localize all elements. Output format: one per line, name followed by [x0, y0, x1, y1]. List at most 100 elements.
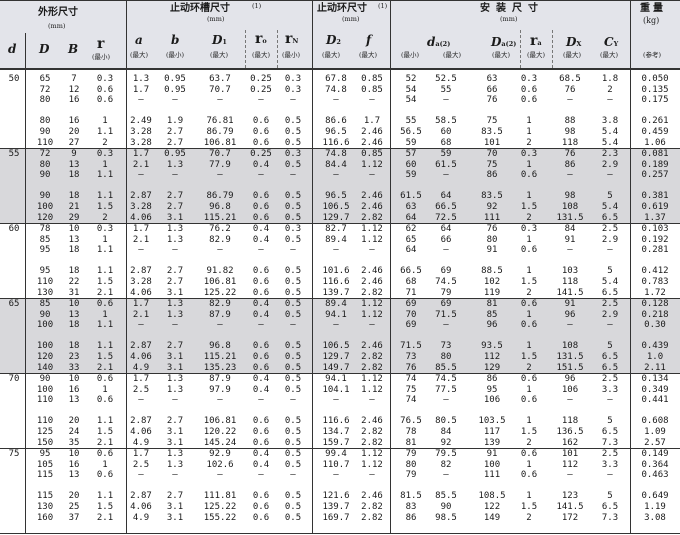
table-cell-ro: 0.4	[252, 224, 270, 234]
table-cell-B: 33	[68, 362, 80, 373]
table-cell-D: 120	[36, 352, 54, 362]
table-cell-w: 0.381	[641, 191, 669, 202]
table-cell-da1: 74	[405, 374, 417, 384]
table-cell-f: 2.82	[361, 352, 383, 362]
table-cell-da1: 79	[405, 449, 417, 459]
table-cell-da1: 59	[405, 137, 417, 148]
table-cell-ro: 0.6	[252, 427, 270, 437]
table-cell-w: 0.459	[641, 127, 669, 137]
col-CY-max: (最大)	[600, 51, 619, 59]
table-cell-D1: 120.22	[203, 427, 237, 437]
table-cell-D1: 102.6	[206, 459, 234, 470]
table-cell-D2: 96.5	[325, 127, 347, 137]
table-cell-CY: —	[607, 470, 613, 481]
table-cell-da1: 76	[405, 362, 417, 373]
table-cell-w: 0.439	[641, 341, 669, 352]
table-cell-D: 125	[36, 427, 54, 437]
table-cell-D2: 106.5	[322, 202, 350, 212]
table-cell-rN: 0.5	[284, 352, 302, 362]
table-cell-ro: —	[258, 395, 264, 406]
bore-diameter-75: 75	[8, 449, 20, 459]
table-cell-D: 85	[39, 234, 51, 245]
table-cell-D: 140	[36, 362, 54, 373]
table-cell-D: 90	[39, 191, 51, 202]
table-cell-Da: 119	[483, 287, 501, 298]
table-cell-CY: —	[607, 95, 613, 106]
rule-dash-ro	[245, 30, 246, 68]
table-cell-D1: 82.9	[209, 299, 231, 309]
table-cell-B: 24	[68, 427, 80, 437]
table-cell-DX: 131.5	[556, 352, 584, 362]
table-cell-CY: 2.9	[601, 159, 619, 170]
table-cell-ra: 2	[526, 362, 532, 373]
table-cell-da1: 81	[405, 437, 417, 448]
table-cell-CY: —	[607, 320, 613, 331]
table-cell-da1: 71.5	[400, 341, 422, 352]
table-cell-Da: 106	[483, 395, 501, 406]
table-cell-D: 90	[39, 127, 51, 137]
table-cell-f: 1.12	[361, 309, 383, 320]
table-cell-w: 0.783	[641, 277, 669, 287]
table-cell-D2: 82.7	[325, 224, 347, 234]
table-cell-Da: 91	[486, 449, 498, 459]
table-cell-ra: 1	[526, 384, 532, 395]
table-cell-r: 1.1	[96, 416, 114, 427]
table-cell-DX: 136.5	[556, 427, 584, 437]
table-cell-B: 27	[68, 137, 80, 148]
table-cell-b: —	[172, 170, 178, 181]
table-cell-da1: 76.5	[400, 416, 422, 427]
rule-v-groove	[312, 0, 313, 533]
table-cell-b: 3.1	[166, 437, 184, 448]
table-cell-DX: —	[567, 245, 573, 256]
table-cell-D1: 70.7	[209, 149, 231, 159]
table-cell-D1: —	[217, 95, 223, 106]
table-cell-r: 1.1	[96, 266, 114, 277]
table-cell-da2: 84	[440, 427, 452, 437]
table-cell-D: 90	[39, 170, 51, 181]
table-cell-Da: 111	[483, 470, 501, 481]
table-cell-f: 2.82	[361, 362, 383, 373]
table-cell-da1: 52	[405, 74, 417, 84]
table-cell-D: 72	[39, 149, 51, 159]
table-cell-Da: 80	[486, 234, 498, 245]
table-cell-CY: 2.3	[601, 149, 619, 159]
table-cell-f: 2.82	[361, 502, 383, 512]
table-cell-w: 0.134	[641, 374, 669, 384]
table-cell-r: 2	[102, 137, 108, 148]
table-cell-B: 7	[71, 74, 77, 84]
table-cell-D: 72	[39, 84, 51, 95]
table-cell-da2: —	[443, 95, 449, 106]
table-cell-Da: 75	[486, 159, 498, 170]
header-groove-note: (1)	[252, 2, 262, 10]
table-cell-da1: 69	[405, 299, 417, 309]
table-cell-Da: 111	[483, 212, 501, 223]
table-cell-rN: 0.5	[284, 234, 302, 245]
col-D2-max: (最大)	[322, 51, 341, 59]
header-ring-unit: (mm)	[342, 15, 360, 23]
table-cell-ra: 1	[526, 127, 532, 137]
table-cell-da2: 61.5	[435, 159, 457, 170]
table-cell-da1: 54	[405, 95, 417, 106]
col-a: a	[135, 33, 143, 47]
table-cell-DX: 84	[564, 224, 576, 234]
table-cell-a: 3.28	[130, 137, 152, 148]
table-cell-b: —	[172, 245, 178, 256]
table-cell-Da: 85	[486, 309, 498, 320]
table-cell-rN: —	[290, 95, 296, 106]
table-cell-da2: 66	[440, 234, 452, 245]
table-cell-r: 2	[102, 212, 108, 223]
table-cell-CY: 5	[607, 416, 613, 427]
table-cell-rN: —	[290, 470, 296, 481]
table-cell-D: 100	[36, 341, 54, 352]
table-cell-f: 2.46	[361, 341, 383, 352]
table-cell-r: 1.5	[96, 277, 114, 287]
table-cell-B: 16	[68, 459, 80, 470]
table-cell-Da: 122	[483, 502, 501, 512]
table-cell-D: 80	[39, 95, 51, 106]
table-cell-rN: —	[290, 395, 296, 406]
table-cell-ro: —	[258, 245, 264, 256]
table-cell-w: 2.11	[644, 362, 666, 373]
table-cell-da1: 86	[405, 512, 417, 523]
header-groove-dimensions: 止动环槽尺寸	[170, 3, 230, 14]
table-cell-da1: 74	[405, 395, 417, 406]
